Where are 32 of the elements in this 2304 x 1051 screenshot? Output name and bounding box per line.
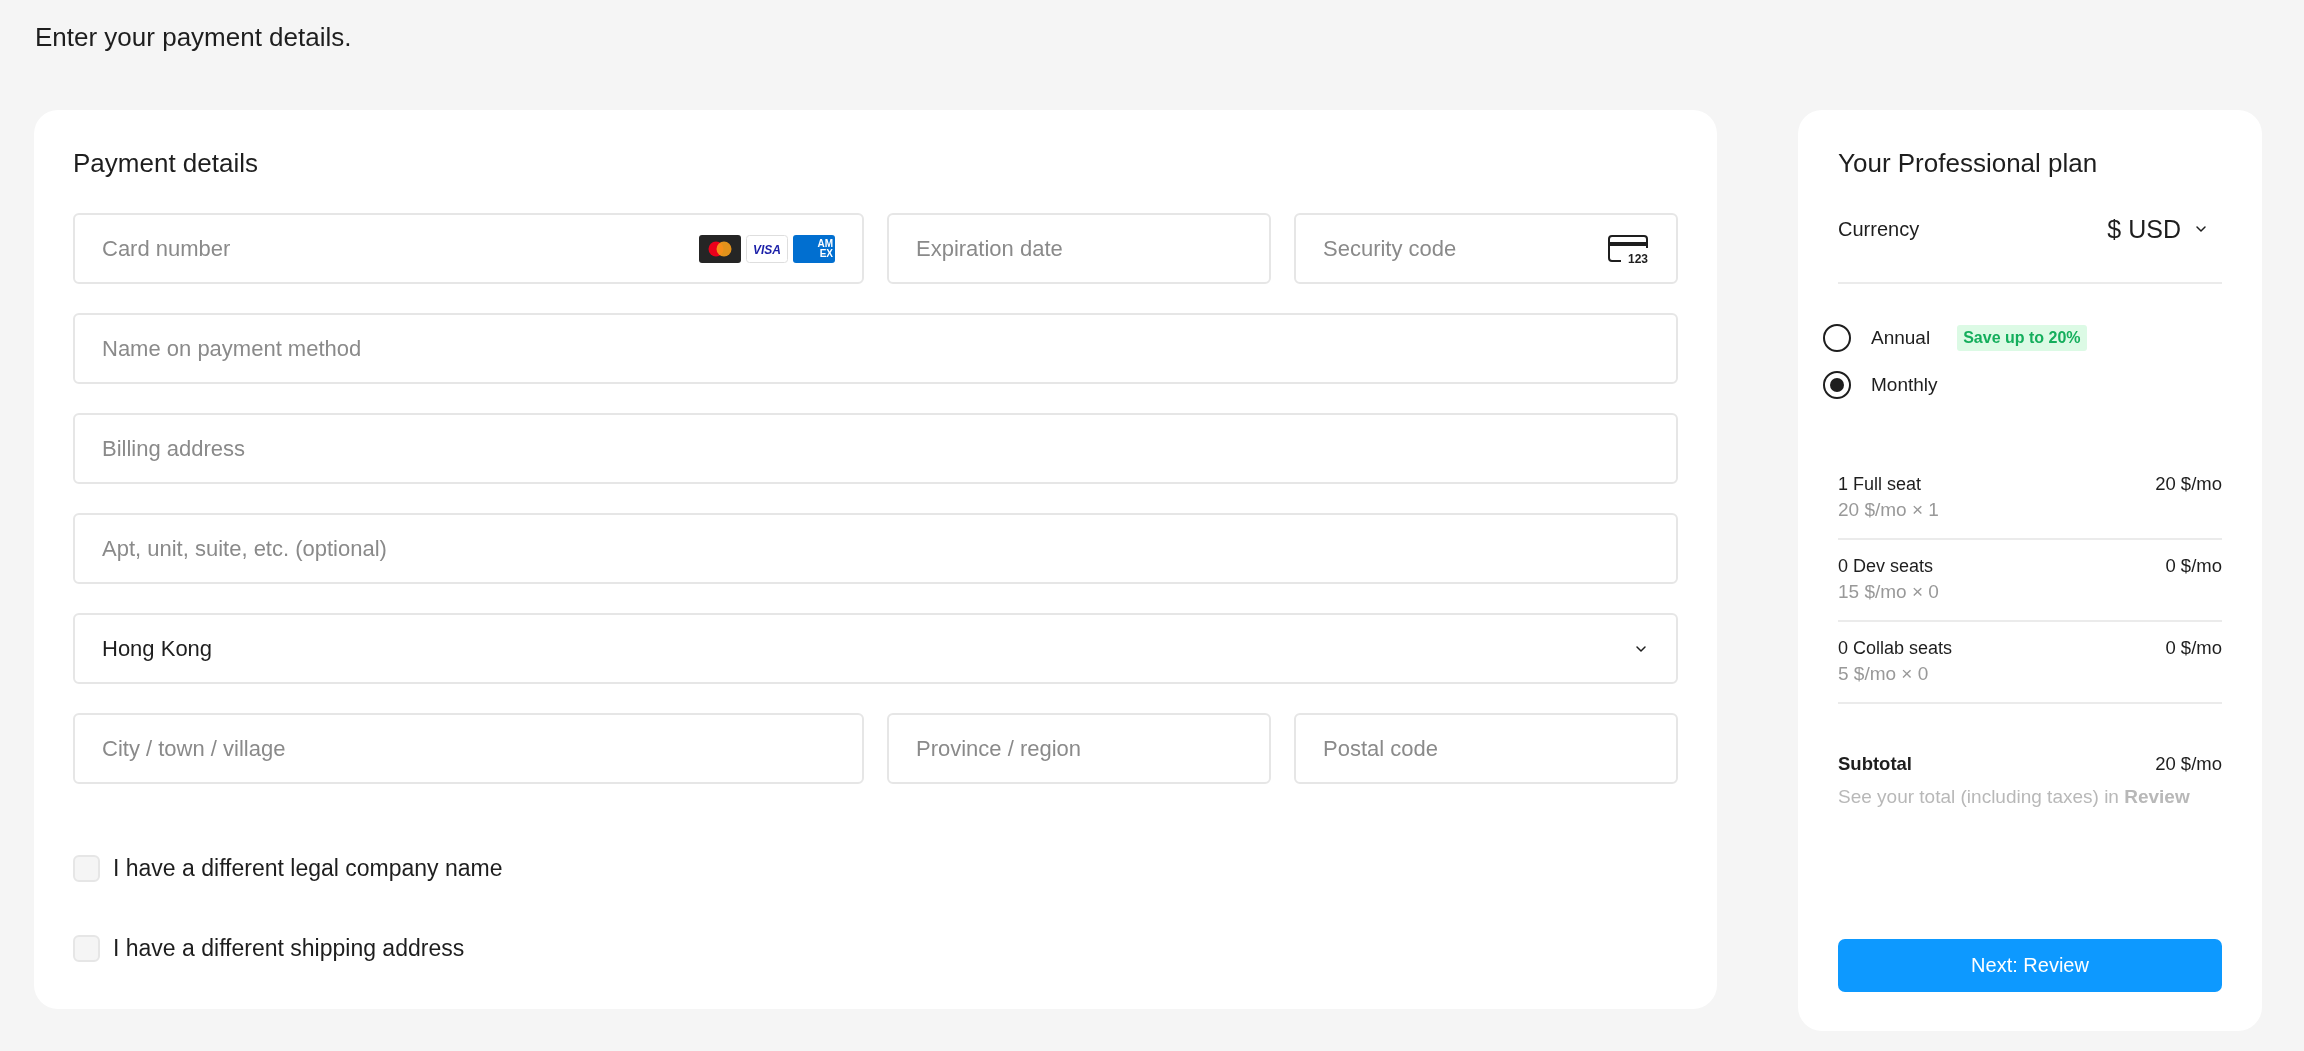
seat-price: 0 $/mo xyxy=(2165,636,2222,660)
mastercard-icon xyxy=(699,234,741,263)
subtotal-price: 20 $/mo xyxy=(2155,752,2222,776)
seat-detail: 5 $/mo × 0 xyxy=(1838,662,1929,686)
seat-price: 0 $/mo xyxy=(2165,554,2222,578)
radio-button[interactable] xyxy=(1823,324,1851,352)
seat-name: 1 Full seat xyxy=(1838,473,1922,496)
card-number-field[interactable]: Card number VISA AM EX xyxy=(73,213,864,284)
country-select[interactable]: Hong Kong xyxy=(73,613,1678,684)
checkbox[interactable] xyxy=(73,934,100,962)
seat-name: 0 Collab seats xyxy=(1838,637,1953,660)
seat-name: 0 Dev seats xyxy=(1838,555,1934,578)
subtotal-note: See your total (including taxes) in Review xyxy=(1838,785,2190,809)
currency-select[interactable]: $ USD xyxy=(2107,214,2222,244)
subtotal-label: Subtotal xyxy=(1838,752,1912,776)
seat-detail: 15 $/mo × 0 xyxy=(1838,580,1939,604)
visa-icon: VISA xyxy=(746,234,788,263)
plan-title: Your Professional plan xyxy=(1838,147,2098,180)
amex-icon: AM EX xyxy=(793,234,835,263)
billing-option-label[interactable]: Monthly xyxy=(1871,370,1938,400)
page-heading: Enter your payment details. xyxy=(35,21,352,54)
seat-detail: 20 $/mo × 1 xyxy=(1838,498,1939,522)
security-code-field[interactable]: Security code 123 xyxy=(1294,213,1678,284)
discount-badge: Save up to 20% xyxy=(1957,325,2087,351)
section-title: Payment details xyxy=(73,147,258,180)
billing-option-label[interactable]: Annual xyxy=(1871,323,1931,353)
checkbox[interactable] xyxy=(73,854,100,882)
radio-button[interactable] xyxy=(1823,371,1851,399)
checkbox-label[interactable]: I have a different legal company name xyxy=(113,853,503,883)
checkbox-label[interactable]: I have a different shipping address xyxy=(113,933,465,963)
currency-label: Currency xyxy=(1838,217,1920,242)
seat-price: 20 $/mo xyxy=(2155,472,2222,496)
